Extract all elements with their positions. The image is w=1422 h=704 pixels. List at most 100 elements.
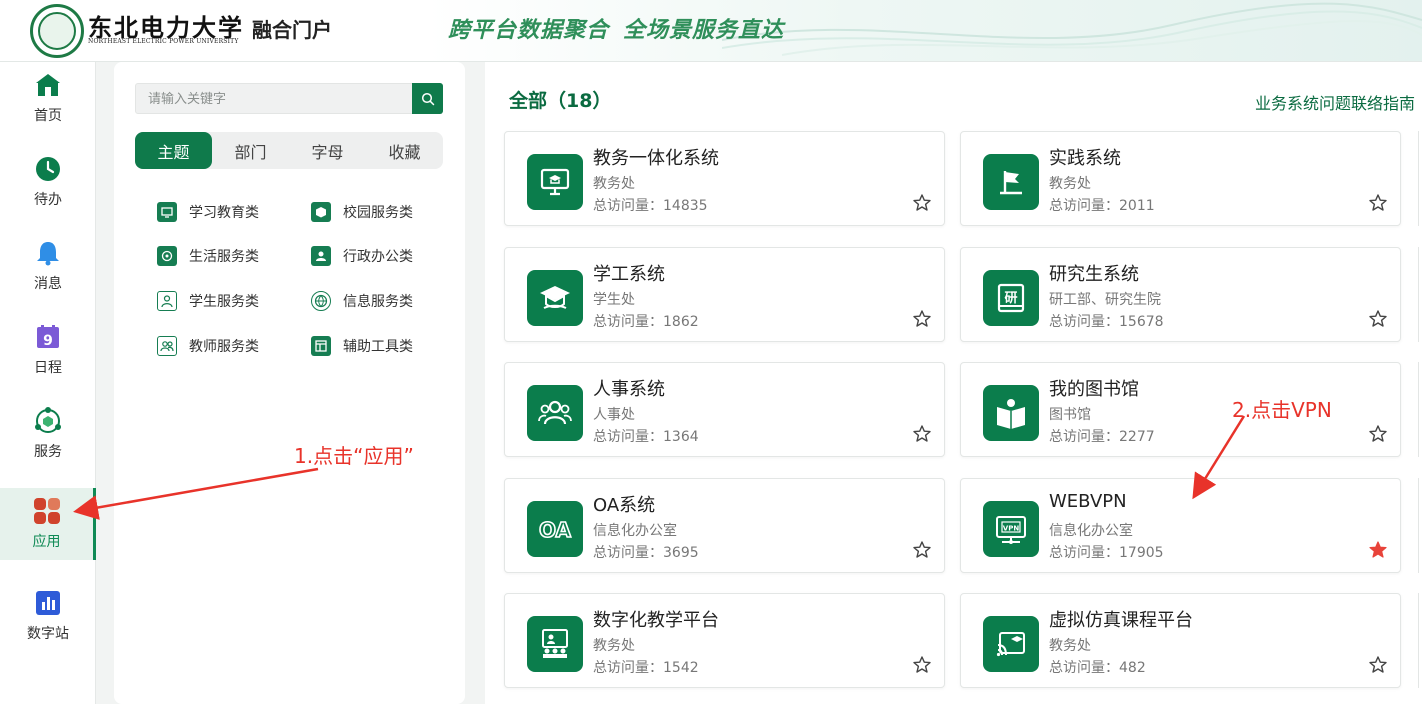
category-admin[interactable]: 行政办公类 xyxy=(311,244,413,268)
nav-item-todo[interactable]: 待办 xyxy=(0,146,96,218)
category-learning[interactable]: 学习教育类 xyxy=(157,200,259,224)
favorite-star-icon[interactable] xyxy=(1368,655,1388,675)
favorite-star-icon[interactable] xyxy=(1368,193,1388,213)
svg-text:研: 研 xyxy=(1004,291,1017,306)
nav-item-apps[interactable]: 应用 xyxy=(0,488,96,560)
search-box xyxy=(135,83,443,114)
app-card-partial[interactable] xyxy=(1418,593,1422,688)
nav-label-todo: 待办 xyxy=(34,192,62,208)
learning-icon xyxy=(157,202,177,222)
nav-label-messages: 消息 xyxy=(34,276,62,292)
category-label: 校园服务类 xyxy=(343,205,413,221)
app-name: OA系统 xyxy=(593,495,656,516)
app-card-library[interactable]: 我的图书馆 图书馆 总访问量：2277 xyxy=(960,362,1401,457)
category-information[interactable]: 信息服务类 xyxy=(311,289,413,313)
favorite-star-filled-icon[interactable] xyxy=(1368,540,1388,560)
app-department: 信息化办公室 xyxy=(1049,523,1133,539)
search-button[interactable] xyxy=(412,83,443,114)
favorite-star-icon[interactable] xyxy=(912,655,932,675)
app-card-academic[interactable]: 教务一体化系统 教务处 总访问量：14835 xyxy=(504,131,945,226)
tab-department[interactable]: 部门 xyxy=(212,132,289,169)
app-card-partial[interactable] xyxy=(1418,247,1422,342)
app-visit-count: 总访问量：2011 xyxy=(1049,198,1155,214)
slogan-part2: 全场景服务直达 xyxy=(623,18,785,43)
app-card-partial[interactable] xyxy=(1418,478,1422,573)
favorite-star-icon[interactable] xyxy=(1368,309,1388,329)
app-card-digital-teaching[interactable]: 数字化教学平台 教务处 总访问量：1542 xyxy=(504,593,945,688)
nav-label-schedule: 日程 xyxy=(34,360,62,376)
globe-icon xyxy=(311,291,331,311)
university-name-en: NORTHEAST ELECTRIC POWER UNIVERSITY xyxy=(88,38,239,45)
home-icon xyxy=(34,71,62,99)
tab-topic[interactable]: 主题 xyxy=(135,132,212,169)
app-department: 信息化办公室 xyxy=(593,523,677,539)
bar-chart-icon xyxy=(34,589,62,617)
nav-item-home[interactable]: 首页 xyxy=(0,62,96,134)
slogan-part1: 跨平台数据聚合 xyxy=(448,18,610,43)
people-icon xyxy=(527,385,583,441)
favorite-star-icon[interactable] xyxy=(912,193,932,213)
app-card-virtual-sim[interactable]: 虚拟仿真课程平台 教务处 总访问量：482 xyxy=(960,593,1401,688)
cast-icon xyxy=(983,616,1039,672)
apps-grid-icon xyxy=(33,497,61,525)
app-card-hr[interactable]: 人事系统 人事处 总访问量：1364 xyxy=(504,362,945,457)
app-department: 教务处 xyxy=(593,176,635,192)
nav-item-messages[interactable]: 消息 xyxy=(0,230,96,302)
oa-icon: OA xyxy=(527,501,583,557)
search-input[interactable] xyxy=(148,89,408,109)
app-list-panel: 全部（18） 业务系统问题联络指南 教务一体化系统 教务处 总访问量：14835… xyxy=(485,62,1422,704)
app-visit-count: 总访问量：2277 xyxy=(1049,429,1155,445)
app-department: 人事处 xyxy=(593,407,635,423)
search-icon xyxy=(421,92,434,105)
student-icon xyxy=(157,291,177,311)
app-card-oa[interactable]: OA OA系统 信息化办公室 总访问量：3695 xyxy=(504,478,945,573)
app-department: 研工部、研究生院 xyxy=(1049,292,1161,308)
contact-guide-link[interactable]: 业务系统问题联络指南 xyxy=(1255,90,1415,114)
app-card-partial[interactable] xyxy=(1418,131,1422,226)
category-label: 教师服务类 xyxy=(189,339,259,355)
teacher-icon xyxy=(157,336,177,356)
app-card-practice[interactable]: 实践系统 教务处 总访问量：2011 xyxy=(960,131,1401,226)
app-name: WEBVPN xyxy=(1049,491,1127,512)
category-tools[interactable]: 辅助工具类 xyxy=(311,334,413,358)
favorite-star-icon[interactable] xyxy=(912,309,932,329)
bell-icon xyxy=(34,239,62,267)
classroom-icon xyxy=(527,616,583,672)
flag-icon xyxy=(983,154,1039,210)
header-wave-decoration xyxy=(722,2,1422,56)
category-label: 行政办公类 xyxy=(343,249,413,265)
app-visit-count: 总访问量：15678 xyxy=(1049,314,1164,330)
app-card-webvpn[interactable]: VPN WEBVPN 信息化办公室 总访问量：17905 xyxy=(960,478,1401,573)
category-label: 学生服务类 xyxy=(189,294,259,310)
favorite-star-icon[interactable] xyxy=(912,424,932,444)
calendar-icon: 9 xyxy=(34,323,62,351)
app-name: 研究生系统 xyxy=(1049,264,1139,285)
app-name: 教务一体化系统 xyxy=(593,148,719,169)
nav-label-home: 首页 xyxy=(34,108,62,124)
favorite-star-icon[interactable] xyxy=(1368,424,1388,444)
category-label: 信息服务类 xyxy=(343,294,413,310)
category-student[interactable]: 学生服务类 xyxy=(157,289,259,313)
app-card-graduate[interactable]: 研 研究生系统 研工部、研究生院 总访问量：15678 xyxy=(960,247,1401,342)
app-card-partial[interactable] xyxy=(1418,362,1422,457)
tab-favorites[interactable]: 收藏 xyxy=(366,132,443,169)
category-campus[interactable]: 校园服务类 xyxy=(311,200,413,224)
nav-item-digital-station[interactable]: 数字站 xyxy=(0,580,96,652)
app-department: 图书馆 xyxy=(1049,407,1091,423)
open-book-icon xyxy=(983,385,1039,441)
app-visit-count: 总访问量：3695 xyxy=(593,545,699,561)
monitor-graduation-icon xyxy=(527,154,583,210)
tab-alphabet[interactable]: 字母 xyxy=(289,132,366,169)
university-seal-logo[interactable] xyxy=(30,4,84,58)
category-teacher[interactable]: 教师服务类 xyxy=(157,334,259,358)
nav-item-services[interactable]: 服务 xyxy=(0,398,96,470)
annotation-step2: 2.点击VPN xyxy=(1232,398,1332,422)
app-visit-count: 总访问量：14835 xyxy=(593,198,708,214)
favorite-star-icon[interactable] xyxy=(912,540,932,560)
app-name: 实践系统 xyxy=(1049,148,1121,169)
left-nav: 首页 待办 消息 9 日程 服务 应用 数字站 xyxy=(0,62,96,704)
category-life[interactable]: 生活服务类 xyxy=(157,244,259,268)
life-icon xyxy=(157,246,177,266)
app-card-student-affairs[interactable]: 学工系统 学生处 总访问量：1862 xyxy=(504,247,945,342)
nav-item-schedule[interactable]: 9 日程 xyxy=(0,314,96,386)
